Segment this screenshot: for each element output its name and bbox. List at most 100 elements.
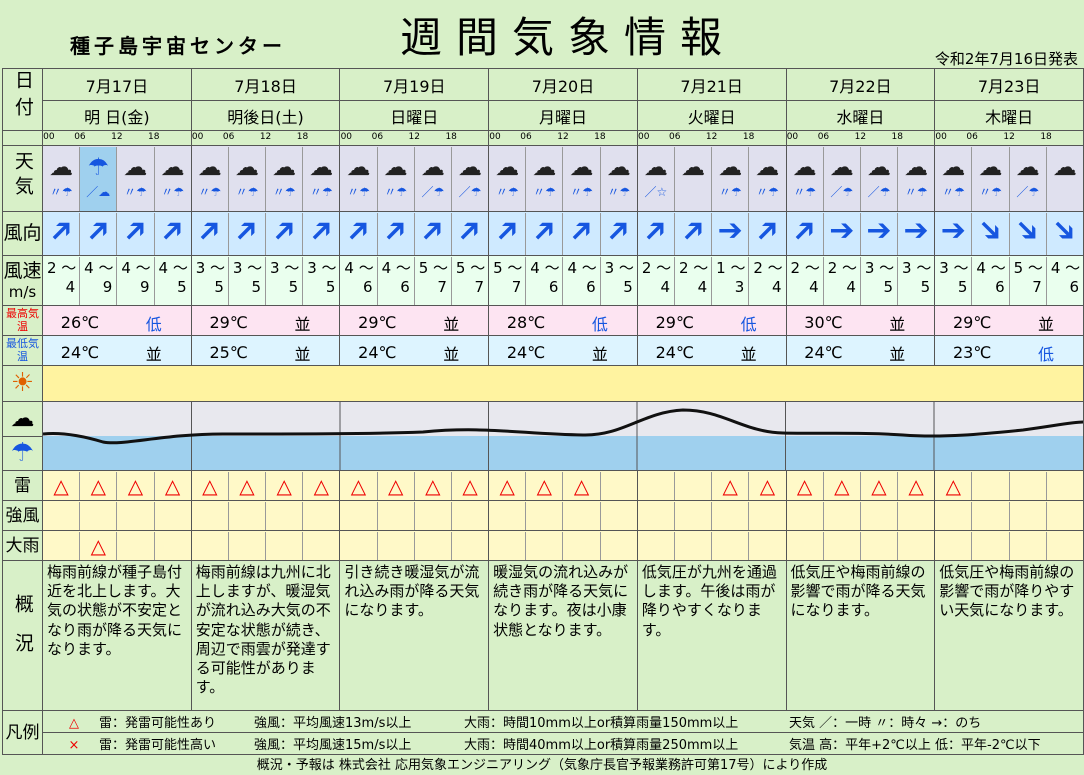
thunder-mark: △ [313, 473, 329, 498]
wind-speed-max: 3 [734, 277, 745, 296]
cloud-band-icon: ☁ [2, 401, 43, 437]
strong-wind-mark [303, 502, 339, 530]
cloud-icon: ☁ [829, 152, 854, 181]
min-temperature-rank: 並 [591, 344, 608, 364]
heavy-rain-mark [1047, 532, 1083, 560]
wind-speed-max: 6 [400, 277, 410, 296]
wind-speed-max: 4 [65, 277, 76, 296]
label-summary: 概況 [2, 560, 43, 711]
wind-speed-min: 2 ～ [641, 258, 672, 277]
min-temperature-day: 24℃ 並 [636, 335, 787, 366]
heavy-rain-day [339, 530, 490, 561]
thunder-mark: △ [43, 471, 81, 500]
heavy-rain-mark [861, 531, 899, 560]
weather-slot: ☁ 〃☂ [303, 147, 339, 211]
cloud-icon: ☁ [792, 152, 817, 181]
wind-arrow-icon: ➔ [76, 211, 120, 252]
weather-slot: ☁ 〃☂ [936, 146, 973, 211]
wind-arrow-icon: ➔ [42, 211, 83, 252]
max-temperature-value: 28℃ [506, 313, 546, 332]
wind-arrow-icon: ➔ [866, 212, 892, 248]
heavy-rain-mark [712, 531, 750, 560]
weather-slot: ☁ 〃☂ [898, 147, 934, 211]
max-temperature-value: 30℃ [804, 313, 843, 332]
hour-tick: 00 [340, 132, 353, 142]
weather-day: ☁ 〃☂ ☁ 〃☂ ☁ 〃☂ ☁ 〃☂ [488, 145, 638, 212]
max-temperature-day: 29℃ 低 [636, 305, 787, 336]
thunder-day: △ △ △ △ [339, 470, 490, 501]
weather-slot: ☁ [675, 146, 713, 211]
heavy-rain-mark [749, 532, 785, 560]
min-temperature-value: 24℃ [655, 343, 694, 362]
cloud-icon: ☁ [383, 152, 408, 181]
wind-arrow-icon: ➔ [829, 212, 855, 248]
wind-speed-day: 2 ～ 4 4 ～ 9 4 ～ 9 4 ～ 5 [42, 255, 192, 306]
day-summary: 低気圧が九州を通過します。午後は雨が降りやすくなります。 [636, 560, 787, 711]
thunder-mark: △ [164, 473, 181, 498]
heavy-rain-mark [490, 531, 527, 560]
wind-speed-min: 3 ～ [195, 258, 226, 277]
thunder-mark: △ [759, 473, 776, 498]
strong-wind-mark [1010, 501, 1047, 530]
cloud-icon: ☁ [532, 152, 557, 181]
heavy-rain-mark [601, 532, 637, 560]
cloud-icon: ☁ [495, 152, 520, 181]
probability-curve [43, 402, 1083, 470]
heavy-rain-mark: △ [80, 531, 118, 560]
cloud-icon: ☁ [49, 152, 74, 181]
wind-speed-label: 風速 [3, 260, 42, 283]
weather-slot: ☁ 〃☂ [563, 146, 601, 211]
day-date: 7月20日 [488, 68, 638, 101]
heavy-rain-day [636, 530, 787, 561]
heavy-rain-mark [43, 531, 81, 560]
heavy-rain-mark [452, 532, 488, 560]
strong-wind: 強風 [2, 500, 43, 531]
hour-tick: 18 [891, 132, 904, 142]
strong-wind-mark [824, 501, 861, 530]
thunder: 雷 [2, 470, 43, 501]
hour-ticks: 00 06 12 18 [636, 130, 787, 146]
thunder-day: △ △ △ △ [190, 470, 341, 501]
wind-speed-max: 6 [586, 277, 596, 296]
wind-arrow-icon: ➔ [300, 211, 340, 252]
weather-change-icon: 〃☂ [607, 184, 631, 199]
day-of-week: 水曜日 [785, 100, 936, 131]
wind-speed-min: 4 ～ [976, 258, 1006, 277]
wind-direction-day: ➔ ➔ ➔ ➔ [934, 211, 1084, 256]
label-legend-text: 凡例 [5, 723, 40, 744]
hour-tick: 12 [259, 132, 272, 142]
min-temperature-day: 23℃ 低 [934, 335, 1084, 366]
wind-speed-max: 4 [660, 277, 670, 296]
strong-wind-mark [1047, 502, 1083, 530]
strong-wind-mark [378, 501, 415, 530]
label-legend: 凡例 [2, 710, 43, 755]
wind-speed-min: 2 ～ [753, 258, 783, 277]
cloud-icon: ☁ [272, 152, 297, 181]
max-temperature-text: 最高気温 [6, 307, 39, 333]
weather-slot: ☁ 〃☂ [378, 146, 415, 211]
thunder-mark: △ [712, 471, 750, 500]
wind-arrow-icon: ➔ [114, 211, 157, 252]
footer-credit: 概況・予報は 株式会社 応用気象エンジニアリング（気象庁長官予報業務許可第17号… [256, 758, 828, 773]
day-summary: 梅雨前線は九州に北上しますが、暖湿気が流れ込み大気の不安定な状態が続き、周辺で雨… [190, 560, 341, 711]
strong-wind-mark [675, 501, 713, 530]
cloud-icon: ☁ [197, 152, 222, 181]
weather-change-icon: 〃☂ [941, 184, 965, 199]
strong-wind-day [488, 500, 638, 531]
heavy-rain-day [785, 530, 936, 561]
strong-wind-day [785, 500, 936, 531]
weather-change-icon: ／☂ [458, 184, 482, 199]
cloud-icon: ☁ [606, 152, 631, 181]
thunder-mark [638, 471, 675, 500]
weather-day: ☁ 〃☂ ☁ 〃☂ ☁ ／☂ ☁ ／☂ [339, 145, 490, 212]
min-temperature-value: 23℃ [953, 343, 992, 362]
thunder-day: △ △ [636, 470, 787, 501]
wind-speed-min: 3 ～ [939, 258, 969, 277]
heavy-rain-mark [192, 531, 229, 560]
wind-speed-day: 3 ～ 5 3 ～ 5 3 ～ 5 3 ～ 5 [190, 255, 341, 306]
thunder-mark [1010, 471, 1047, 500]
wind-direction-day: ➔ ➔ ➔ ➔ [42, 211, 192, 256]
cloud-icon: ☁ [904, 152, 929, 181]
label-weather-text: 天気 [11, 150, 34, 201]
cloud-icon: ☁ [643, 152, 668, 181]
